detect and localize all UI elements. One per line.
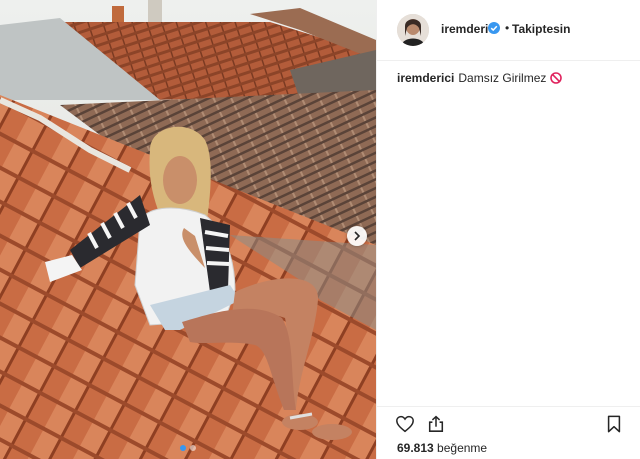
carousel-dots: [0, 445, 376, 451]
likes-label: beğenme: [437, 441, 488, 455]
following-button[interactable]: Takiptesin: [512, 22, 570, 36]
post-actions-bar: [377, 406, 640, 437]
post-photo[interactable]: [0, 0, 376, 459]
carousel-dot: [190, 445, 196, 451]
post-side-panel: iremderici • Takiptesin iremderici Damsız…: [376, 0, 640, 459]
likes-count[interactable]: 69.813 beğenme: [397, 441, 487, 455]
carousel-next-button[interactable]: [347, 226, 367, 246]
separator-dot: •: [505, 21, 510, 35]
avatar-image: [397, 14, 429, 46]
carousel-dot: [180, 445, 186, 451]
avatar[interactable]: [397, 14, 429, 46]
share-icon[interactable]: [427, 415, 445, 433]
rooftop-photo: [0, 0, 376, 459]
heart-icon[interactable]: [395, 415, 415, 433]
instagram-post: iremderici • Takiptesin iremderici Damsız…: [0, 0, 640, 459]
likes-number: 69.813: [397, 441, 434, 455]
chevron-right-icon: [354, 231, 361, 241]
post-header: iremderici • Takiptesin: [377, 0, 640, 61]
verified-badge-icon: [488, 22, 500, 34]
no-entry-sign-icon: [550, 72, 563, 84]
post-caption: iremderici Damsız Girilmez: [397, 71, 563, 85]
bookmark-icon[interactable]: [606, 415, 622, 433]
caption-text: Damsız Girilmez: [458, 71, 547, 85]
caption-username[interactable]: iremderici: [397, 71, 454, 85]
